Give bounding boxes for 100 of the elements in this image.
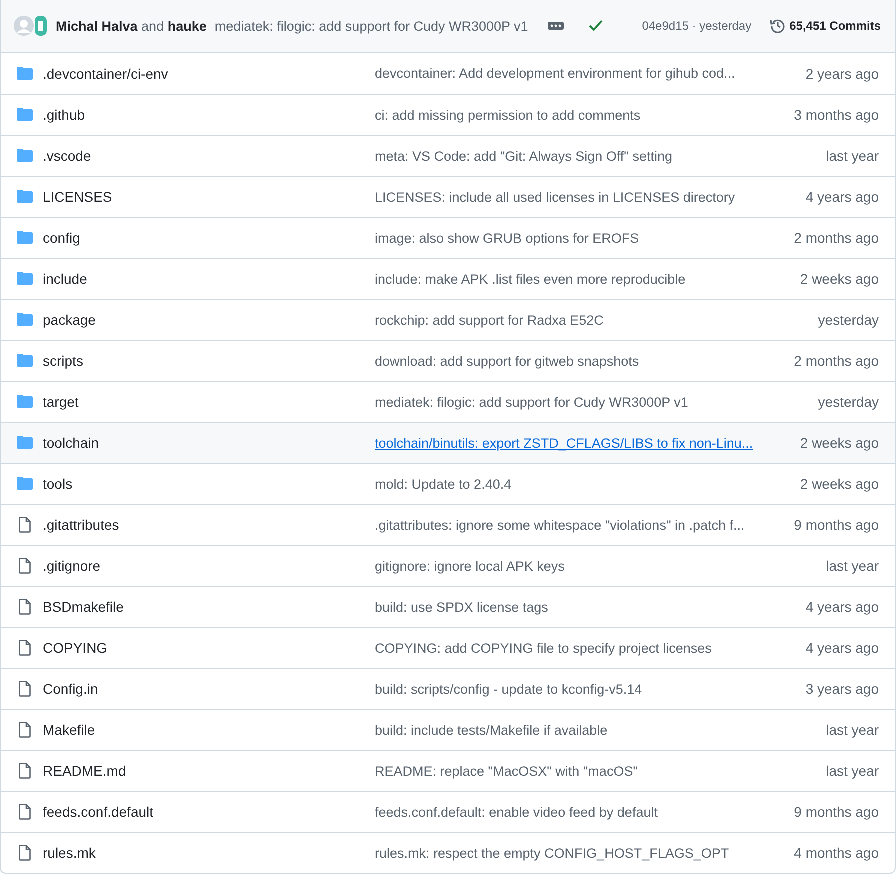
commit-message-link[interactable]: ci: add missing permission to add comments: [375, 108, 641, 122]
file-name-link[interactable]: LICENSES: [43, 189, 112, 205]
commit-time: yesterday: [818, 394, 879, 410]
file-icon: [17, 640, 33, 656]
commit-time: 3 months ago: [794, 107, 879, 123]
folder-icon: [17, 271, 33, 287]
file-name-link[interactable]: BSDmakefile: [43, 599, 124, 615]
commit-time: 4 years ago: [806, 640, 879, 656]
commit-message-link[interactable]: download: add support for gitweb snapshots: [375, 354, 640, 368]
commit-authors: Michal Halva and hauke: [56, 18, 207, 34]
file-icon: [17, 599, 33, 615]
commit-message-link[interactable]: meta: VS Code: add "Git: Always Sign Off" setting: [375, 148, 672, 164]
commit-message-link[interactable]: rules.mk: respect the empty CONFIG_HOST_FLAGS_OPT: [375, 846, 730, 860]
file-row[interactable]: package rockchip: add support for Radxa E52C yesterday: [1, 299, 895, 340]
commit-message-link[interactable]: mediatek: filogic: add support for Cudy WR3000P v1: [214, 18, 528, 34]
file-name-link[interactable]: toolchain: [43, 435, 100, 451]
commits-link[interactable]: 65,451 Commits: [770, 18, 881, 34]
commit-time: 2 years ago: [806, 66, 879, 82]
file-row[interactable]: README.md README: replace "MacOSX" with "macOS" last year: [1, 750, 895, 791]
commit-time: 9 months ago: [794, 517, 879, 533]
file-row[interactable]: rules.mk rules.mk: respect the empty CONFIG_HOST_FLAGS_OPT 4 months ago: [1, 832, 895, 873]
file-name-link[interactable]: tools: [43, 476, 73, 492]
commit-time: 2 months ago: [794, 353, 879, 369]
history-icon: [770, 18, 786, 34]
file-row[interactable]: COPYING COPYING: add COPYING file to specify project licenses 4 years ago: [1, 627, 895, 668]
folder-icon: [17, 66, 33, 82]
file-row[interactable]: Makefile build: include tests/Makefile if available last year: [1, 709, 895, 750]
commit-message-link[interactable]: devcontainer: Add development environment for gihub cod...: [375, 66, 736, 81]
commit-time: 2 months ago: [794, 230, 879, 246]
commit-message-link[interactable]: include: make APK .list files even more reproducible: [375, 272, 686, 286]
folder-icon: [17, 476, 33, 492]
file-icon: [17, 681, 33, 697]
file-name-link[interactable]: Makefile: [43, 722, 96, 738]
commit-message-link[interactable]: README: replace "MacOSX" with "macOS": [375, 764, 638, 778]
file-row[interactable]: .github ci: add missing permission to add comments 3 months ago: [1, 94, 895, 135]
file-row[interactable]: .devcontainer/ci-env devcontainer: Add development environment for gihub cod... 2 years ago: [1, 53, 895, 94]
file-name-link[interactable]: .devcontainer/ci-env: [43, 66, 168, 82]
commit-message-link[interactable]: image: also show GRUB options for EROFS: [375, 230, 640, 246]
commit-time: last year: [826, 763, 879, 779]
file-icon: [17, 517, 33, 533]
file-name-link[interactable]: scripts: [43, 353, 84, 369]
file-icon: [17, 558, 33, 574]
file-row[interactable]: LICENSES LICENSES: include all used licenses in LICENSES directory 4 years ago: [1, 176, 895, 217]
commit-message-link[interactable]: LICENSES: include all used licenses in LICENSES directory: [375, 190, 736, 204]
file-name-link[interactable]: config: [43, 230, 80, 246]
commit-time: 2 weeks ago: [800, 435, 879, 451]
commit-message-link[interactable]: feeds.conf.default: enable video feed by default: [375, 804, 658, 820]
file-name-link[interactable]: Config.in: [43, 681, 98, 697]
commit-time: 4 years ago: [806, 189, 879, 205]
commit-time: 4 months ago: [794, 845, 879, 861]
commit-time: last year: [826, 722, 879, 738]
commit-time: 3 years ago: [806, 681, 879, 697]
folder-icon: [17, 312, 33, 328]
commit-hash-link[interactable]: 04e9d15 · yesterday: [642, 19, 752, 33]
file-row[interactable]: Config.in build: scripts/config - update to kconfig-v5.14 3 years ago: [1, 668, 895, 709]
commit-message-link[interactable]: .gitattributes: ignore some whitespace "violations" in .patch f...: [375, 518, 745, 532]
commit-message-link[interactable]: COPYING: add COPYING file to specify project licenses: [375, 640, 712, 656]
file-icon: [17, 845, 33, 861]
commit-time: last year: [826, 558, 879, 574]
file-row[interactable]: feeds.conf.default feeds.conf.default: enable video feed by default 9 months ago: [1, 791, 895, 832]
commit-time: 9 months ago: [794, 804, 879, 820]
file-name-link[interactable]: .vscode: [43, 148, 92, 164]
file-name-link[interactable]: include: [43, 271, 88, 287]
file-icon: [17, 763, 33, 779]
commit-message-link[interactable]: build: use SPDX license tags: [375, 600, 548, 614]
commit-time: 2 weeks ago: [800, 271, 879, 287]
commit-message-link[interactable]: mediatek: filogic: add support for Cudy WR3000P v1: [375, 394, 688, 410]
file-row[interactable]: toolchain toolchain/binutils: export ZSTD_CFLAGS/LIBS to fix non-Linu... 2 weeks ago: [1, 422, 895, 463]
folder-icon: [17, 107, 33, 123]
file-row[interactable]: tools mold: Update to 2.40.4 2 weeks ago: [1, 463, 895, 504]
file-row[interactable]: .gitattributes .gitattributes: ignore some whitespace "violations" in .patch f... 9 months ago: [1, 504, 895, 545]
file-name-link[interactable]: .gitignore: [43, 558, 101, 574]
ellipsis-icon: [548, 22, 564, 30]
file-row[interactable]: scripts download: add support for gitweb snapshots 2 months ago: [1, 340, 895, 381]
file-name-link[interactable]: COPYING: [43, 640, 108, 656]
folder-icon: [17, 189, 33, 205]
file-name-link[interactable]: README.md: [43, 763, 126, 779]
commit-time: yesterday: [818, 312, 879, 328]
file-icon: [17, 804, 33, 820]
commit-message-link[interactable]: build: scripts/config - update to kconfig-v5.14: [375, 682, 642, 696]
commit-time: 4 years ago: [806, 599, 879, 615]
file-name-link[interactable]: feeds.conf.default: [43, 804, 154, 820]
commit-message-link[interactable]: gitignore: ignore local APK keys: [375, 558, 565, 574]
commit-message-link[interactable]: toolchain/binutils: export ZSTD_CFLAGS/LIBS to fix non-Linu...: [375, 436, 754, 450]
file-row[interactable]: config image: also show GRUB options for EROFS 2 months ago: [1, 217, 895, 258]
file-name-link[interactable]: rules.mk: [43, 845, 96, 861]
commit-time: 2 weeks ago: [800, 476, 879, 492]
commit-message-link[interactable]: rockchip: add support for Radxa E52C: [375, 312, 604, 328]
file-row[interactable]: BSDmakefile build: use SPDX license tags 4 years ago: [1, 586, 895, 627]
folder-icon: [17, 353, 33, 369]
file-name-link[interactable]: package: [43, 312, 96, 328]
file-name-link[interactable]: .gitattributes: [43, 517, 120, 533]
file-row[interactable]: include include: make APK .list files even more reproducible 2 weeks ago: [1, 258, 895, 299]
file-row[interactable]: .gitignore gitignore: ignore local APK keys last year: [1, 545, 895, 586]
file-name-link[interactable]: target: [43, 394, 79, 410]
folder-icon: [17, 394, 33, 410]
commit-message-link[interactable]: mold: Update to 2.40.4: [375, 476, 512, 492]
file-row[interactable]: .vscode meta: VS Code: add "Git: Always Sign Off" setting last year: [1, 135, 895, 176]
commit-message-link[interactable]: build: include tests/Makefile if available: [375, 722, 608, 738]
file-name-link[interactable]: .github: [43, 107, 86, 123]
